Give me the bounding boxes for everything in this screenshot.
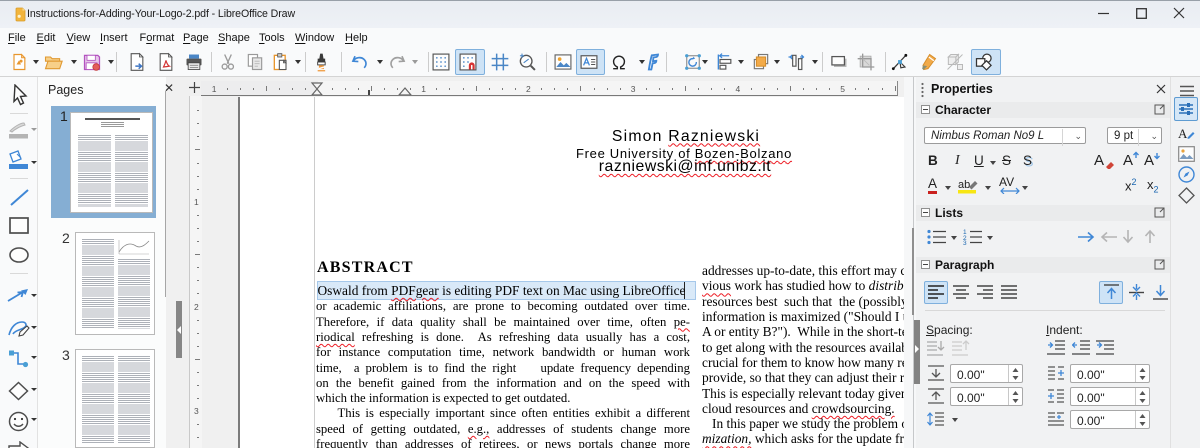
svg-text:A: A <box>1123 152 1133 168</box>
svg-text:A: A <box>1178 126 1188 141</box>
svg-text:A: A <box>1094 152 1104 169</box>
svg-text:ab: ab <box>958 179 970 191</box>
svg-text:3: 3 <box>963 240 967 245</box>
svg-text:AV: AV <box>999 175 1014 189</box>
svg-text:A: A <box>1144 152 1154 168</box>
